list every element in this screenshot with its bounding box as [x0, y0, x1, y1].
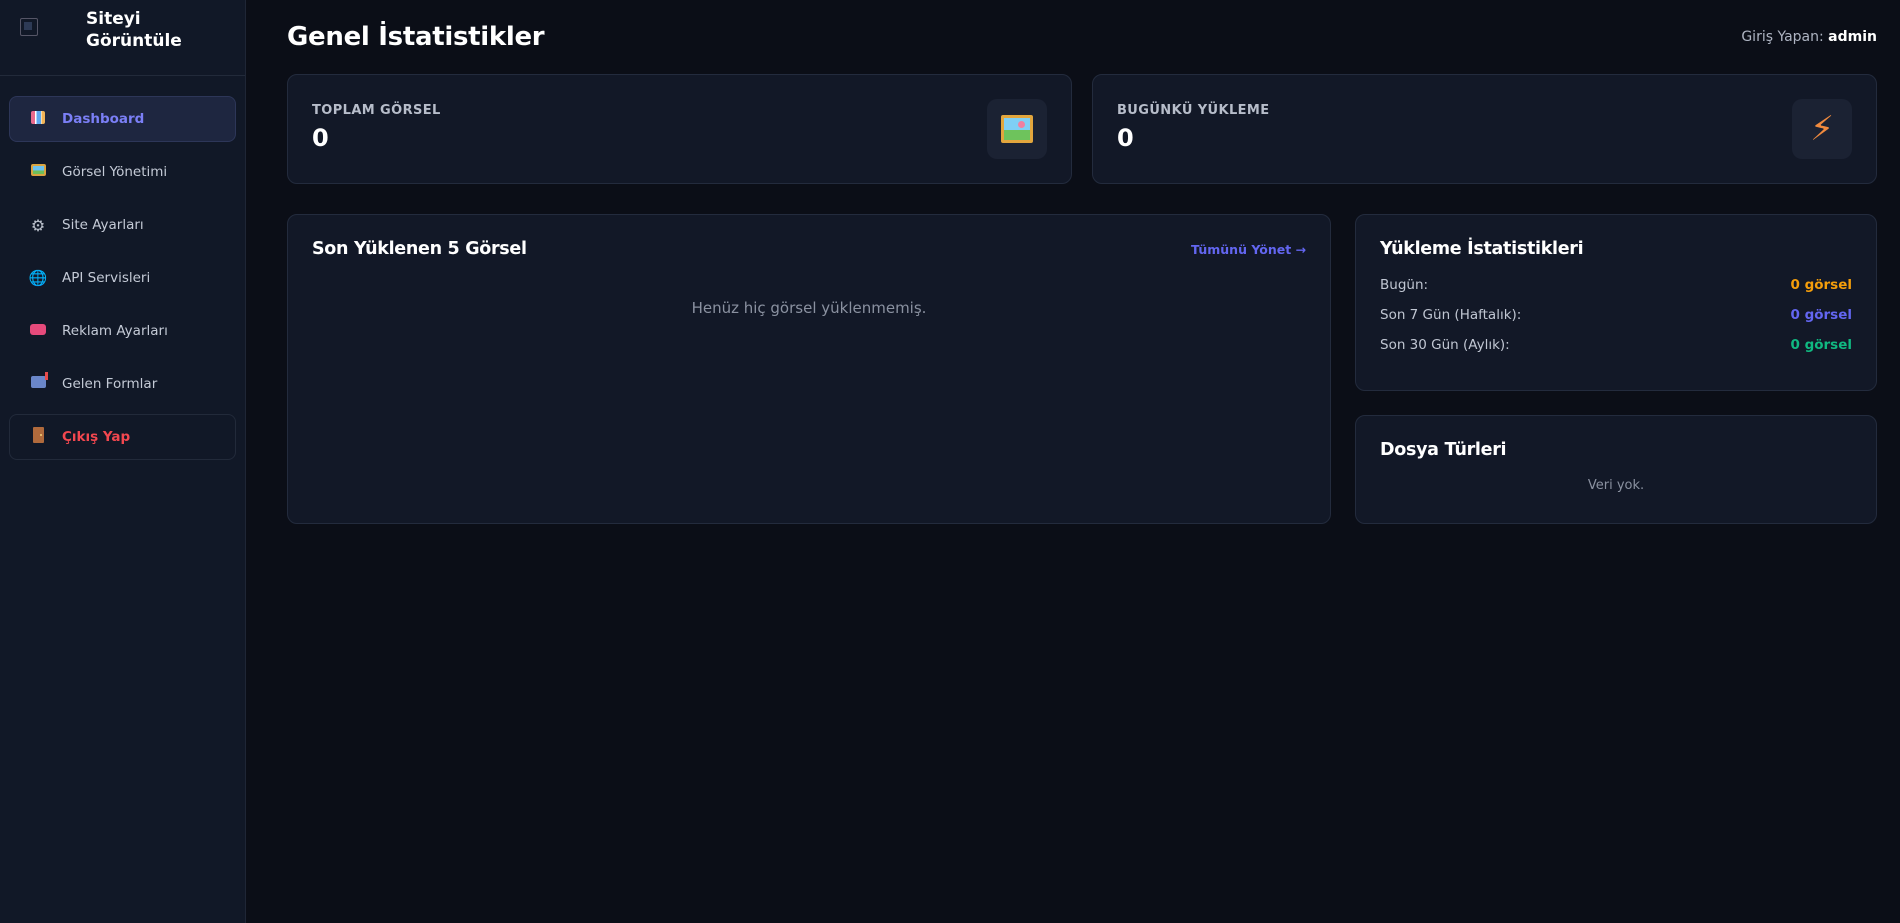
empty-message: Henüz hiç görsel yüklenmemiş.	[691, 299, 927, 317]
right-column: Yükleme İstatistikleri Bugün: 0 görsel S…	[1355, 214, 1877, 524]
sidebar-item-label: API Servisleri	[62, 270, 151, 286]
manage-all-link[interactable]: Tümünü Yönet →	[1191, 242, 1306, 257]
ad-icon	[28, 323, 48, 339]
lightning-icon: ⚡	[1792, 99, 1852, 159]
content-row: Son Yüklenen 5 Görsel Tümünü Yönet → Hen…	[287, 214, 1877, 524]
app-root: Siteyi Görüntüle Dashboard Görsel Yöneti…	[0, 0, 1900, 923]
sidebar-item-label: Site Ayarları	[62, 217, 144, 233]
sidebar-item-label: Gelen Formlar	[62, 376, 158, 392]
brand[interactable]: Siteyi Görüntüle	[0, 0, 245, 76]
broken-image-icon	[20, 18, 38, 36]
upload-stat-row-month: Son 30 Gün (Aylık): 0 görsel	[1380, 337, 1852, 353]
globe-icon: 🌐	[28, 269, 48, 287]
topbar: Genel İstatistikler Giriş Yapan: admin	[287, 22, 1877, 52]
sidebar-item-site-ayarlari[interactable]: ⚙ Site Ayarları	[9, 202, 236, 248]
sidebar-item-label: Dashboard	[62, 111, 145, 127]
upload-stat-label: Son 30 Gün (Aylık):	[1380, 337, 1510, 353]
image-icon	[28, 164, 48, 180]
panel-title: Dosya Türleri	[1380, 440, 1507, 460]
bar-chart-icon	[28, 110, 48, 128]
sidebar-item-label: Reklam Ayarları	[62, 323, 168, 339]
sidebar-item-gorsel-yonetimi[interactable]: Görsel Yönetimi	[9, 149, 236, 195]
sidebar-item-api-servisleri[interactable]: 🌐 API Servisleri	[9, 255, 236, 301]
stat-label: TOPLAM GÖRSEL	[312, 103, 441, 118]
sidebar-item-label: Görsel Yönetimi	[62, 164, 168, 180]
mailbox-icon	[28, 372, 48, 392]
sidebar-item-gelen-formlar[interactable]: Gelen Formlar	[9, 361, 236, 407]
sidebar-item-label: Çıkış Yap	[62, 429, 131, 445]
sidebar: Siteyi Görüntüle Dashboard Görsel Yöneti…	[0, 0, 246, 923]
panel-title: Yükleme İstatistikleri	[1380, 239, 1584, 259]
user-name: admin	[1828, 29, 1877, 45]
no-data-message: Veri yok.	[1587, 478, 1645, 493]
sidebar-item-logout[interactable]: Çıkış Yap	[9, 414, 236, 460]
upload-stat-value: 0 görsel	[1790, 337, 1852, 353]
stat-value: 0	[1117, 124, 1134, 152]
image-icon	[987, 99, 1047, 159]
stats-row: TOPLAM GÖRSEL 0 BUGÜNKÜ YÜKLEME 0 ⚡	[287, 74, 1877, 184]
brand-title[interactable]: Siteyi Görüntüle	[86, 8, 206, 52]
sidebar-item-dashboard[interactable]: Dashboard	[9, 96, 236, 142]
stat-label: BUGÜNKÜ YÜKLEME	[1117, 103, 1270, 118]
stat-value: 0	[312, 124, 329, 152]
main-content: Genel İstatistikler Giriş Yapan: admin T…	[246, 0, 1900, 923]
stat-card-total-images: TOPLAM GÖRSEL 0	[287, 74, 1072, 184]
sidebar-item-reklam-ayarlari[interactable]: Reklam Ayarları	[9, 308, 236, 354]
upload-stat-value: 0 görsel	[1790, 277, 1852, 293]
user-prefix: Giriş Yapan:	[1741, 29, 1824, 45]
upload-stat-label: Bugün:	[1380, 277, 1429, 293]
door-icon	[28, 427, 48, 447]
upload-stat-label: Son 7 Gün (Haftalık):	[1380, 307, 1522, 323]
upload-stats-panel: Yükleme İstatistikleri Bugün: 0 görsel S…	[1355, 214, 1877, 391]
page-title: Genel İstatistikler	[287, 22, 545, 52]
sidebar-nav: Dashboard Görsel Yönetimi ⚙ Site Ayarlar…	[0, 76, 245, 460]
panel-title: Son Yüklenen 5 Görsel	[312, 239, 527, 259]
upload-stat-row-today: Bugün: 0 görsel	[1380, 277, 1852, 293]
upload-stat-value: 0 görsel	[1790, 307, 1852, 323]
stat-card-today-uploads: BUGÜNKÜ YÜKLEME 0 ⚡	[1092, 74, 1877, 184]
recent-images-panel: Son Yüklenen 5 Görsel Tümünü Yönet → Hen…	[287, 214, 1331, 524]
upload-stat-row-week: Son 7 Gün (Haftalık): 0 görsel	[1380, 307, 1852, 323]
file-types-panel: Dosya Türleri Veri yok.	[1355, 415, 1877, 524]
user-info: Giriş Yapan: admin	[1741, 29, 1877, 45]
gear-icon: ⚙	[30, 215, 46, 235]
panel-header: Son Yüklenen 5 Görsel Tümünü Yönet →	[312, 239, 1306, 259]
